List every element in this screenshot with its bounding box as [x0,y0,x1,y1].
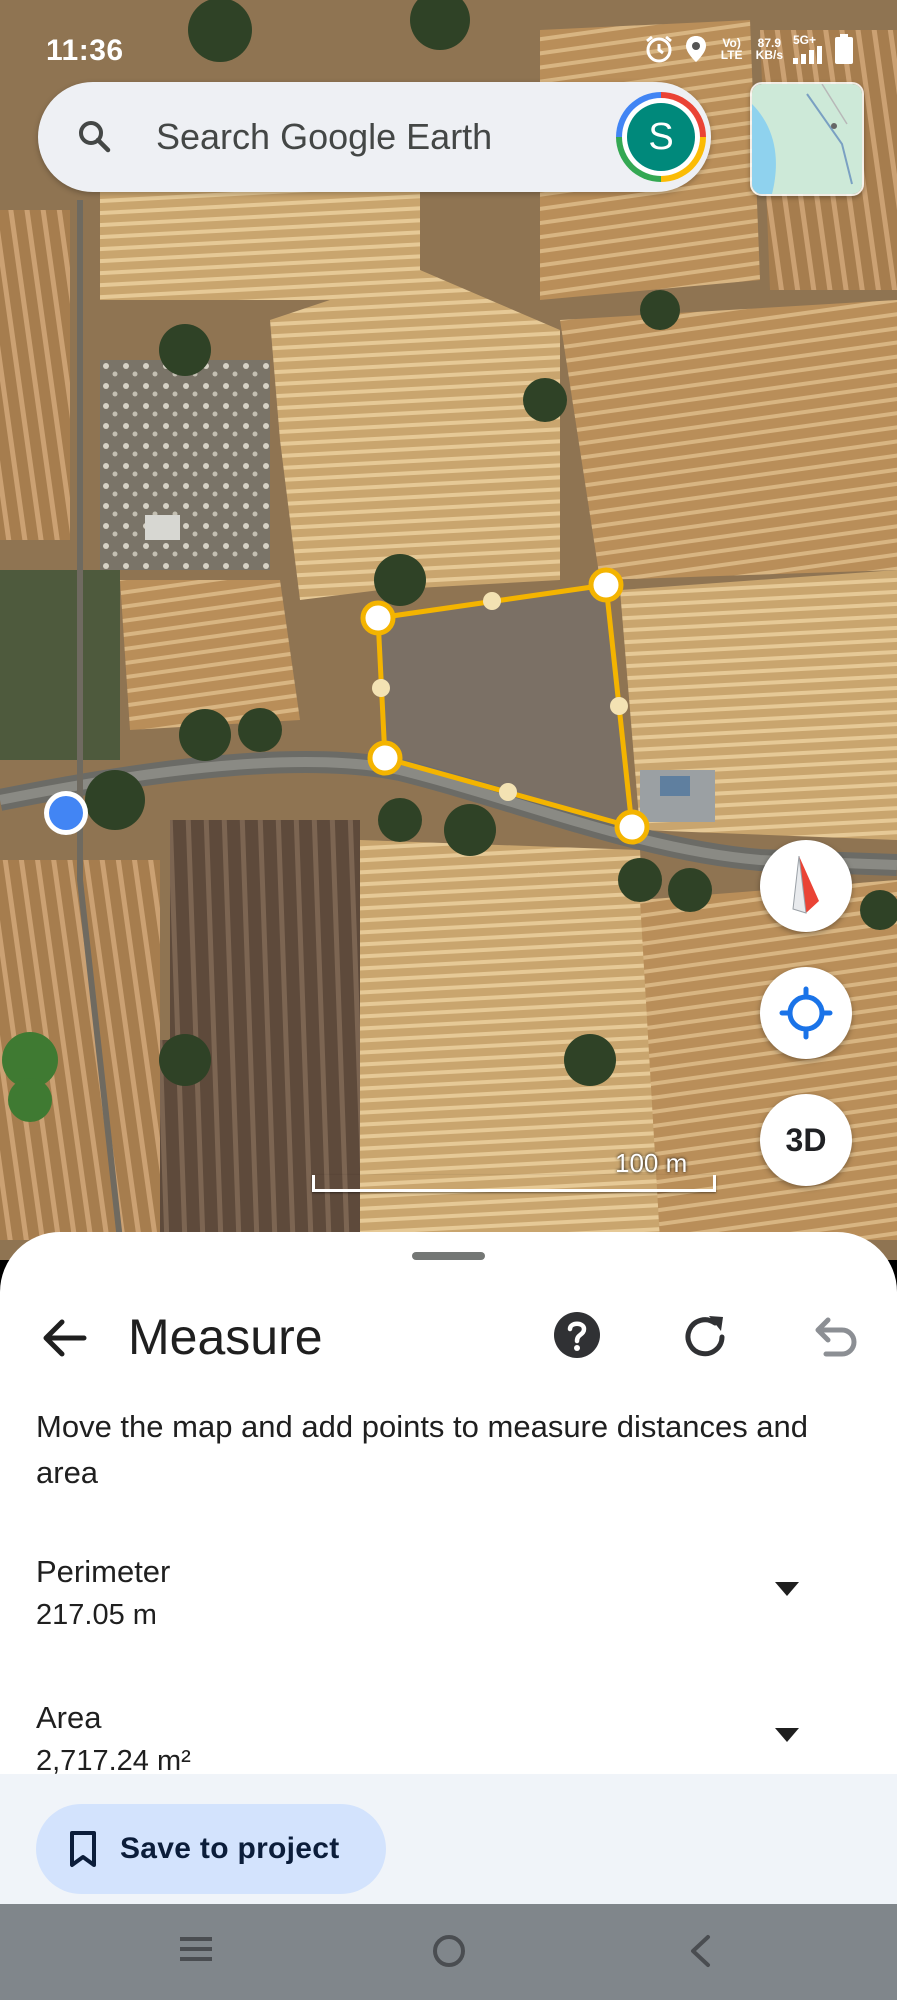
avatar-letter: S [627,103,695,171]
my-location-button[interactable] [760,967,852,1059]
minimap-icon [752,84,862,194]
location-pin-icon [685,36,706,62]
recent-apps-icon[interactable] [178,1934,214,1964]
avatar[interactable]: S [616,92,706,182]
perimeter-value: 217.05 m [36,1599,157,1631]
network-type: Vo) LTE [720,36,743,62]
scale-bar [312,1175,716,1192]
avatar-ring: S [622,98,700,176]
map-type-thumbnail[interactable] [750,82,864,196]
home-icon[interactable] [432,1934,466,1968]
refresh-icon[interactable] [678,1310,732,1364]
dropdown-arrow-icon[interactable] [775,1728,799,1742]
satellite-map[interactable]: 11:36 Vo) LTE 87.9 KB/s 5G+ Search Googl… [0,0,897,1260]
search-icon [79,121,111,153]
compass-icon [792,855,819,914]
search-input[interactable]: Search Google Earth [156,116,492,158]
save-footer: Save to project [0,1774,897,1904]
drag-handle[interactable] [412,1252,485,1260]
dropdown-arrow-icon[interactable] [775,1582,799,1596]
help-circle-icon[interactable] [552,1310,602,1360]
bookmark-icon [70,1831,96,1867]
arrow-back-icon[interactable] [36,1310,92,1366]
compass-button[interactable] [760,840,852,932]
battery-icon [835,34,853,64]
3d-toggle-button[interactable]: 3D [760,1094,852,1186]
area-label: Area [36,1700,102,1735]
network-speed-unit: KB/s [755,48,783,62]
my-location-icon [779,986,833,1040]
save-to-project-label: Save to project [120,1832,340,1865]
signal-label: 5G+ [793,33,817,47]
instructions-text: Move the map and add points to measure d… [36,1409,809,1490]
page-title: Measure [128,1309,323,1365]
undo-icon[interactable] [806,1310,860,1364]
network-speed: 87.9 KB/s [756,37,783,61]
perimeter-label: Perimeter [36,1554,171,1589]
search-bar[interactable]: Search Google Earth S [38,82,711,192]
status-bar: 11:36 Vo) LTE 87.9 KB/s 5G+ [0,0,897,80]
signal-bars-icon [793,46,822,64]
status-time: 11:36 [46,34,124,67]
save-to-project-button[interactable]: Save to project [36,1804,386,1894]
status-icons: Vo) LTE 87.9 KB/s 5G+ [644,34,853,64]
system-nav-bar [0,1904,897,2000]
alarm-icon [645,35,672,63]
nav-back-icon[interactable] [688,1934,712,1968]
signal-group: 5G+ [793,34,825,64]
